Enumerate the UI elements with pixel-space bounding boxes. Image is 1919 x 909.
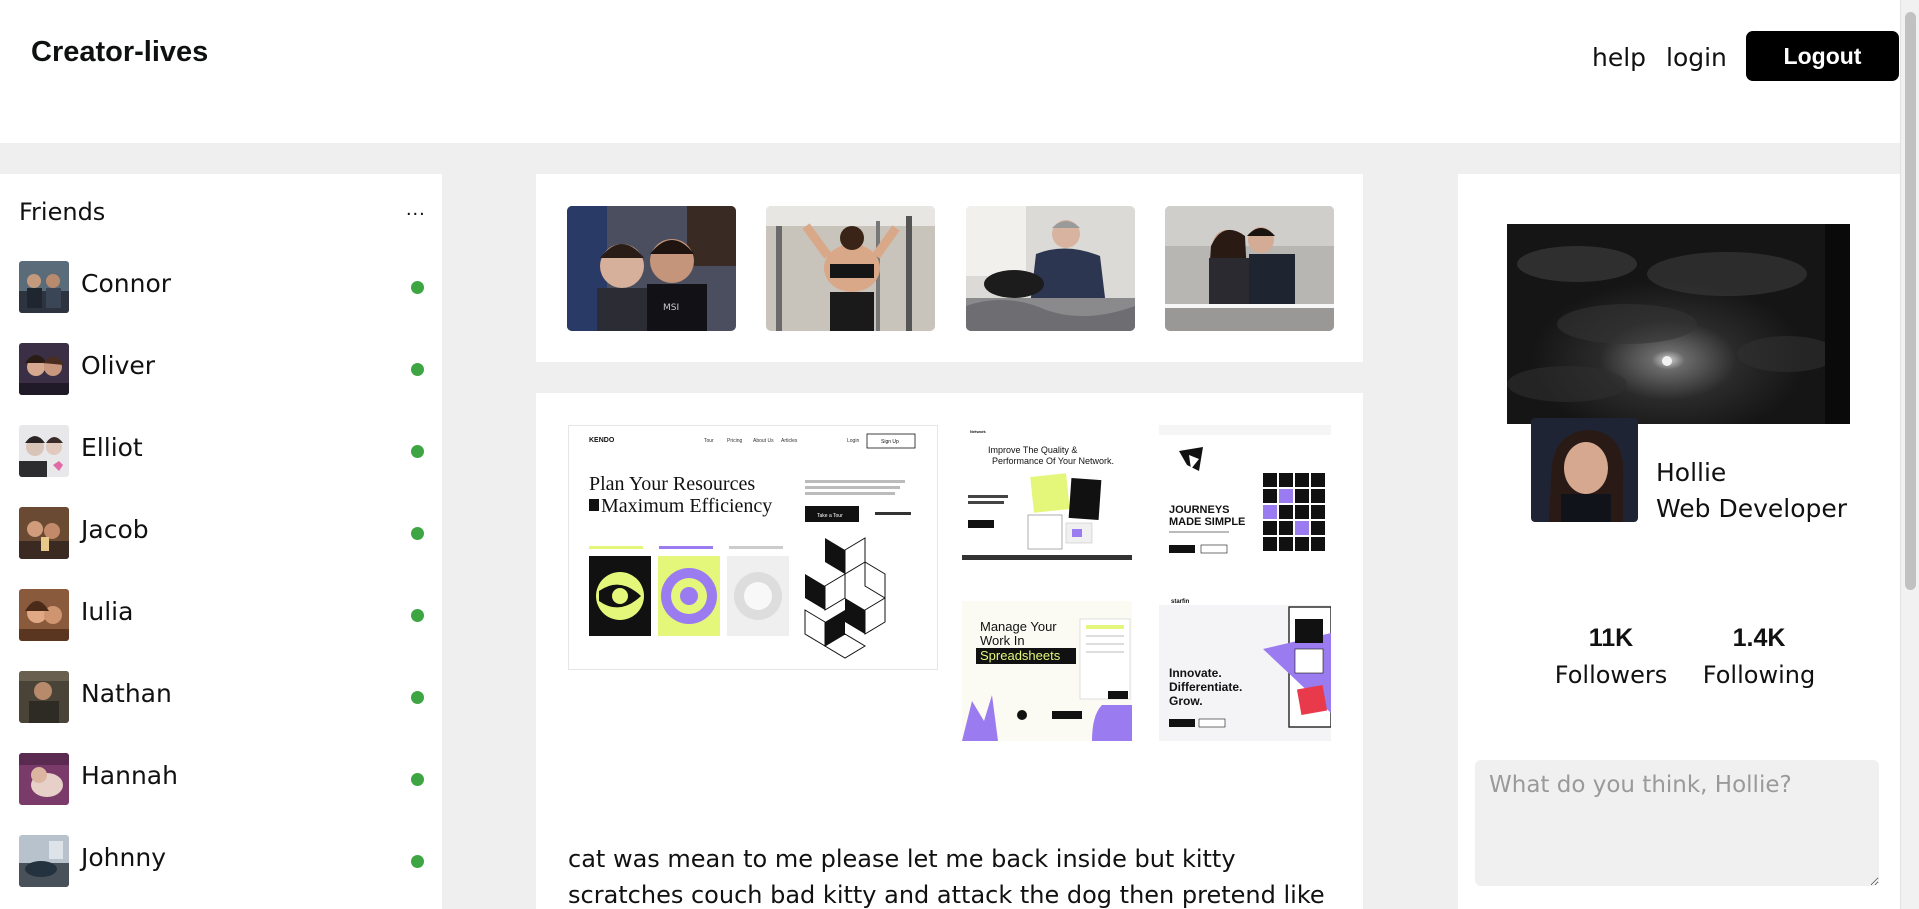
friend-item-jacob[interactable]: Jacob [19, 507, 429, 559]
avatar [19, 343, 69, 395]
online-indicator [411, 855, 424, 868]
svg-text:Grow.: Grow. [1169, 694, 1203, 708]
online-indicator [411, 609, 424, 622]
profile-name: Hollie [1656, 458, 1727, 487]
svg-text:Plan Your Resources: Plan Your Resources [589, 473, 755, 495]
friend-name: Jacob [81, 515, 149, 544]
followers-count: 11K [1588, 624, 1634, 652]
friend-item-elliot[interactable]: Elliot [19, 425, 429, 477]
profile-panel: Hollie Web Developer 11K Followers 1.4K … [1458, 174, 1900, 909]
following-count: 1.4K [1732, 624, 1786, 652]
profile-cover-image[interactable] [1507, 224, 1850, 424]
friend-item-johnny[interactable]: Johnny [19, 835, 429, 887]
friend-name: Hannah [81, 761, 178, 790]
logout-button[interactable]: Logout [1746, 31, 1899, 81]
story-thumbnail[interactable] [1165, 206, 1334, 331]
svg-text:MADE SIMPLE: MADE SIMPLE [1169, 516, 1245, 528]
kendo-brand: KENDO [589, 437, 615, 444]
friend-name: Oliver [81, 351, 156, 380]
friend-item-nathan[interactable]: Nathan [19, 671, 429, 723]
story-thumbnail[interactable]: MSI [567, 206, 736, 331]
avatar [19, 425, 69, 477]
svg-text:Innovate.: Innovate. [1169, 666, 1222, 680]
login-link[interactable]: login [1666, 43, 1727, 72]
svg-text:Improve The Quality &: Improve The Quality & [988, 445, 1077, 455]
friends-panel: Friends ... Connor Oliver Elliot Jacob I… [0, 174, 442, 909]
post-card: KENDO Tour Pricing About Us Articles Log… [536, 393, 1363, 909]
svg-text:Login: Login [847, 438, 859, 444]
svg-text:starfin: starfin [1171, 599, 1190, 605]
friend-item-oliver[interactable]: Oliver [19, 343, 429, 395]
svg-text:Performance Of Your Network.: Performance Of Your Network. [992, 456, 1114, 466]
post-image-spreadsheets[interactable]: Manage Your Work In Spreadsheets [962, 591, 1132, 741]
svg-text:About Us: About Us [753, 438, 774, 444]
online-indicator [411, 527, 424, 540]
followers-label: Followers [1554, 661, 1668, 689]
svg-text:Work In: Work In [980, 633, 1025, 648]
svg-text:JOURNEYS: JOURNEYS [1169, 504, 1230, 516]
top-header: Creator-lives help login Logout [0, 0, 1900, 143]
following-label: Following [1702, 661, 1816, 689]
friends-more-button[interactable]: ... [406, 198, 426, 221]
svg-text:MSI: MSI [663, 303, 679, 313]
story-thumbnail[interactable] [766, 206, 935, 331]
avatar [19, 835, 69, 887]
friend-item-connor[interactable]: Connor [19, 261, 429, 313]
profile-avatar[interactable] [1531, 418, 1638, 522]
post-image-kendo[interactable]: KENDO Tour Pricing About Us Articles Log… [568, 425, 938, 670]
svg-text:Network: Network [970, 429, 987, 434]
friend-item-iulia[interactable]: Iulia [19, 589, 429, 641]
friend-name: Iulia [81, 597, 134, 626]
post-image-starfin[interactable]: starfin Innovate. Differentiate. Grow. [1159, 593, 1331, 741]
online-indicator [411, 363, 424, 376]
app-root: Creator-lives help login Logout Friends … [0, 0, 1919, 909]
friends-title: Friends [19, 198, 106, 226]
online-indicator [411, 281, 424, 294]
profile-role: Web Developer [1656, 494, 1848, 523]
post-text: cat was mean to me please let me back in… [568, 845, 1325, 909]
help-link[interactable]: help [1592, 43, 1646, 72]
avatar [19, 671, 69, 723]
avatar [19, 589, 69, 641]
svg-text:Manage Your: Manage Your [980, 619, 1057, 634]
stories-card: MSI [536, 174, 1363, 362]
post-composer-input[interactable] [1475, 760, 1879, 886]
avatar [19, 753, 69, 805]
post-image-network[interactable]: Network Improve The Quality & Performanc… [962, 425, 1132, 560]
svg-text:Sign Up: Sign Up [881, 439, 899, 445]
friend-name: Nathan [81, 679, 172, 708]
online-indicator [411, 445, 424, 458]
friend-item-hannah[interactable]: Hannah [19, 753, 429, 805]
followers-stat[interactable]: 11K Followers [1546, 624, 1676, 689]
following-stat[interactable]: 1.4K Following [1694, 624, 1824, 689]
friend-name: Johnny [81, 843, 166, 872]
friend-name: Connor [81, 269, 172, 298]
avatar [19, 507, 69, 559]
avatar [19, 261, 69, 313]
online-indicator [411, 691, 424, 704]
svg-text:Tour: Tour [704, 438, 714, 444]
friend-name: Elliot [81, 433, 143, 462]
brand-logo[interactable]: Creator-lives [31, 36, 208, 69]
page-scrollbar[interactable] [1900, 0, 1919, 909]
svg-text:Take a Tour: Take a Tour [817, 513, 843, 519]
svg-text:Spreadsheets: Spreadsheets [980, 648, 1061, 663]
story-thumbnail[interactable] [966, 206, 1135, 331]
svg-text:Maximum Efficiency: Maximum Efficiency [601, 495, 772, 517]
svg-text:Differentiate.: Differentiate. [1169, 680, 1242, 694]
svg-text:Pricing: Pricing [727, 438, 743, 444]
online-indicator [411, 773, 424, 786]
scrollbar-thumb[interactable] [1905, 12, 1916, 590]
svg-text:Articles: Articles [781, 438, 798, 444]
post-image-journeys[interactable]: JOURNEYS MADE SIMPLE [1159, 425, 1331, 568]
